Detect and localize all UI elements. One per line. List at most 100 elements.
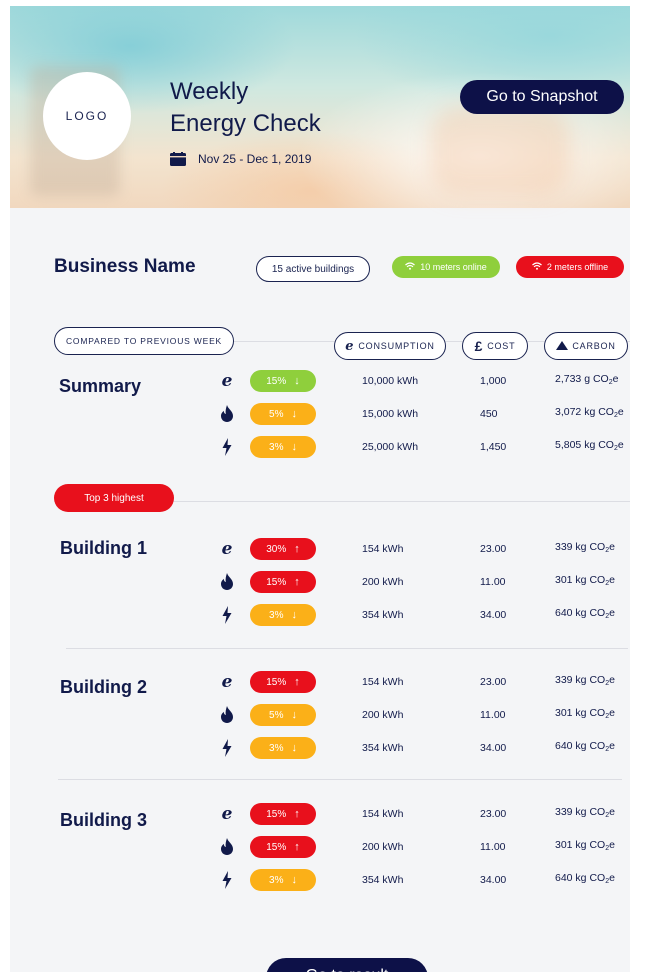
arrow-down-icon: ↓	[294, 375, 300, 387]
change-badge: 15% ↑	[250, 836, 316, 858]
change-percent: 3%	[269, 609, 284, 621]
carbon-value: 5,805 kg CO2e	[555, 439, 624, 452]
change-percent: 3%	[269, 874, 284, 886]
date-range: Nov 25 - Dec 1, 2019	[170, 152, 311, 166]
cost-value: 1,000	[480, 375, 507, 387]
cost-value: 11.00	[480, 709, 506, 721]
arrow-down-icon: ↓	[291, 441, 297, 453]
meters-offline-badge: 2 meters offline	[516, 256, 624, 278]
cost-value: 23.00	[480, 676, 507, 688]
change-percent: 30%	[266, 543, 287, 555]
arrow-down-icon: ↓	[291, 742, 297, 754]
electricity-e-icon: e	[221, 804, 233, 824]
company-logo: LOGO	[43, 72, 131, 160]
cost-column-header: £ COST	[462, 332, 528, 360]
cost-value: 1,450	[480, 441, 507, 453]
change-badge: 3% ↓	[250, 737, 316, 759]
consumption-value: 154 kWh	[362, 808, 404, 820]
electricity-e-icon: e	[221, 371, 233, 391]
consumption-value: 154 kWh	[362, 676, 404, 688]
carbon-value: 301 kg CO2e	[555, 839, 615, 852]
carbon-value: 339 kg CO2e	[555, 806, 615, 819]
cost-value: 34.00	[480, 874, 507, 886]
page-title-line1: Weekly	[170, 78, 249, 105]
carbon-value: 640 kg CO2e	[555, 740, 615, 753]
carbon-value: 301 kg CO2e	[555, 707, 615, 720]
wifi-off-icon	[531, 262, 542, 272]
carbon-value: 3,072 kg CO2e	[555, 406, 624, 419]
building-label: Building 3	[60, 810, 147, 830]
cost-value: 23.00	[480, 543, 507, 555]
change-badge: 15% ↑	[250, 571, 316, 593]
change-percent: 5%	[269, 408, 284, 420]
lightning-bolt-icon	[219, 871, 235, 889]
cost-value: 450	[480, 408, 498, 420]
carbon-value: 339 kg CO2e	[555, 674, 615, 687]
electricity-e-icon: e	[221, 539, 233, 559]
change-badge: 15% ↓	[250, 370, 316, 392]
arrow-down-icon: ↓	[291, 408, 297, 420]
cost-value: 23.00	[480, 808, 507, 820]
change-percent: 15%	[266, 576, 287, 588]
change-percent: 3%	[269, 742, 284, 754]
consumption-column-header: e CONSUMPTION	[334, 332, 446, 360]
compared-previous-week-label: COMPARED TO PREVIOUS WEEK	[54, 327, 234, 355]
consumption-value: 354 kWh	[362, 609, 404, 621]
consumption-value: 200 kWh	[362, 841, 404, 853]
gas-flame-icon	[219, 706, 235, 724]
gas-flame-icon	[219, 405, 235, 423]
consumption-value: 200 kWh	[362, 576, 404, 588]
carbon-value: 640 kg CO2e	[555, 607, 615, 620]
business-name: Business Name	[54, 256, 196, 277]
carbon-column-header: CARBON	[544, 332, 628, 360]
active-buildings-badge: 15 active buildings	[256, 256, 370, 282]
divider	[58, 779, 622, 780]
change-percent: 15%	[266, 808, 287, 820]
carbon-value: 301 kg CO2e	[555, 574, 615, 587]
arrow-down-icon: ↓	[291, 874, 297, 886]
arrow-up-icon: ↑	[294, 576, 300, 588]
summary-label: Summary	[59, 376, 142, 396]
calendar-icon	[170, 152, 186, 166]
go-to-snapshot-button[interactable]: Go to Snapshot	[460, 80, 624, 114]
arrow-up-icon: ↑	[294, 841, 300, 853]
wifi-icon	[405, 262, 416, 272]
date-range-text: Nov 25 - Dec 1, 2019	[198, 152, 312, 166]
change-badge: 15% ↑	[250, 671, 316, 693]
change-badge: 3% ↓	[250, 436, 316, 458]
building-label: Building 2	[60, 677, 147, 697]
carbon-value: 2,733 g CO2e	[555, 373, 619, 386]
change-percent: 5%	[269, 709, 284, 721]
pound-icon: £	[474, 338, 484, 354]
change-percent: 3%	[269, 441, 284, 453]
electricity-e-icon: e	[345, 338, 355, 354]
change-badge: 5% ↓	[250, 704, 316, 726]
change-percent: 15%	[266, 375, 287, 387]
page-title-line2: Energy Check	[170, 110, 321, 137]
header-banner: LOGO Weekly Energy Check Nov 25 - Dec 1,…	[10, 6, 630, 208]
arrow-down-icon: ↓	[291, 709, 297, 721]
top-3-highest-badge: Top 3 highest	[54, 484, 174, 512]
arrow-up-icon: ↑	[294, 808, 300, 820]
go-to-result-button[interactable]: Go to result	[266, 958, 428, 972]
consumption-value: 10,000 kWh	[362, 375, 419, 387]
cost-value: 11.00	[480, 576, 506, 588]
consumption-value: 154 kWh	[362, 543, 404, 555]
page-title: Weekly Energy Check	[170, 76, 321, 140]
change-badge: 30% ↑	[250, 538, 316, 560]
change-badge: 3% ↓	[250, 604, 316, 626]
electricity-e-icon: e	[221, 672, 233, 692]
change-percent: 15%	[266, 841, 287, 853]
carbon-value: 640 kg CO2e	[555, 872, 615, 885]
consumption-value: 354 kWh	[362, 874, 404, 886]
consumption-value: 25,000 kWh	[362, 441, 419, 453]
report-page: LOGO Weekly Energy Check Nov 25 - Dec 1,…	[10, 6, 630, 972]
carbon-value: 339 kg CO2e	[555, 541, 615, 554]
consumption-value: 354 kWh	[362, 742, 404, 754]
arrow-down-icon: ↓	[291, 609, 297, 621]
cost-value: 34.00	[480, 742, 507, 754]
lightning-bolt-icon	[219, 606, 235, 624]
consumption-value: 200 kWh	[362, 709, 404, 721]
change-badge: 5% ↓	[250, 403, 316, 425]
change-percent: 15%	[266, 676, 287, 688]
